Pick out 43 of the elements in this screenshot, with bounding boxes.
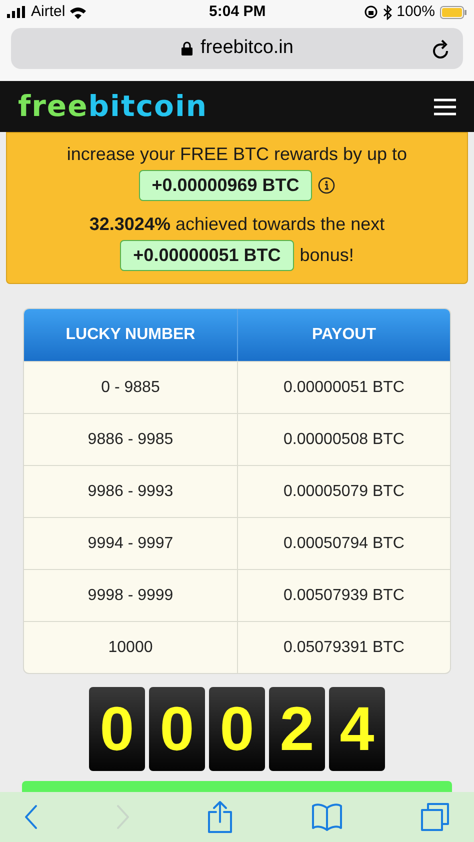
column-header: PAYOUT [237,309,450,361]
progress-text: 32.3024% achieved towards the next [89,213,385,236]
bonus-amount: +0.00000051 BTC [120,240,294,271]
table-cell: 0.00000051 BTC [237,362,450,413]
battery-percent: 100% [396,2,435,22]
table-cell: 0.00005079 BTC [237,466,450,517]
table-cell: 0.00050794 BTC [237,518,450,569]
lock-icon [180,41,193,56]
logo-text[interactable]: freebitcoin [18,84,208,128]
counter-digit: 4 [329,687,385,771]
counter-digit: 0 [149,687,205,771]
notice-text: increase your FREE BTC rewards by up to [66,143,408,166]
signal-icon [7,6,27,18]
counter-digit: 2 [269,687,325,771]
rotation-lock-icon [364,5,378,19]
share-icon[interactable] [207,800,233,834]
table-cell-text: 10000 [107,638,154,658]
url-text: freebitco.in [200,36,294,60]
info-icon[interactable] [318,177,336,194]
menu-icon[interactable] [434,98,456,116]
wifi-icon [69,6,88,18]
battery-icon [440,6,467,18]
back-icon[interactable] [24,804,38,830]
counter-digit: 0 [209,687,265,771]
table-cell: 0.00507939 BTC [237,570,450,621]
table-cell-text: 9998 - 9999 [86,586,174,606]
carrier-name: Airtel [31,2,66,22]
clock-time: 5:04 PM [208,2,266,22]
column-header: LUCKY NUMBER [64,325,196,345]
table-cell: 0.00000508 BTC [237,414,450,465]
table-cell-text: 9986 - 9993 [86,482,174,502]
table-cell-text: 9994 - 9997 [86,534,174,554]
reload-icon[interactable] [432,38,450,58]
reward-amount: +0.00000969 BTC [138,170,312,201]
counter-digit: 0 [89,687,145,771]
bookmarks-icon[interactable] [310,802,342,832]
bluetooth-icon [382,4,392,20]
address-bar[interactable]: freebitco.in [11,28,463,69]
tabs-icon[interactable] [420,802,450,832]
table-cell-text: 0 - 9885 [100,378,161,398]
table-cell-text: 9886 - 9985 [86,430,174,450]
bonus-suffix: bonus! [300,244,354,267]
table-cell: 0.05079391 BTC [237,622,450,673]
